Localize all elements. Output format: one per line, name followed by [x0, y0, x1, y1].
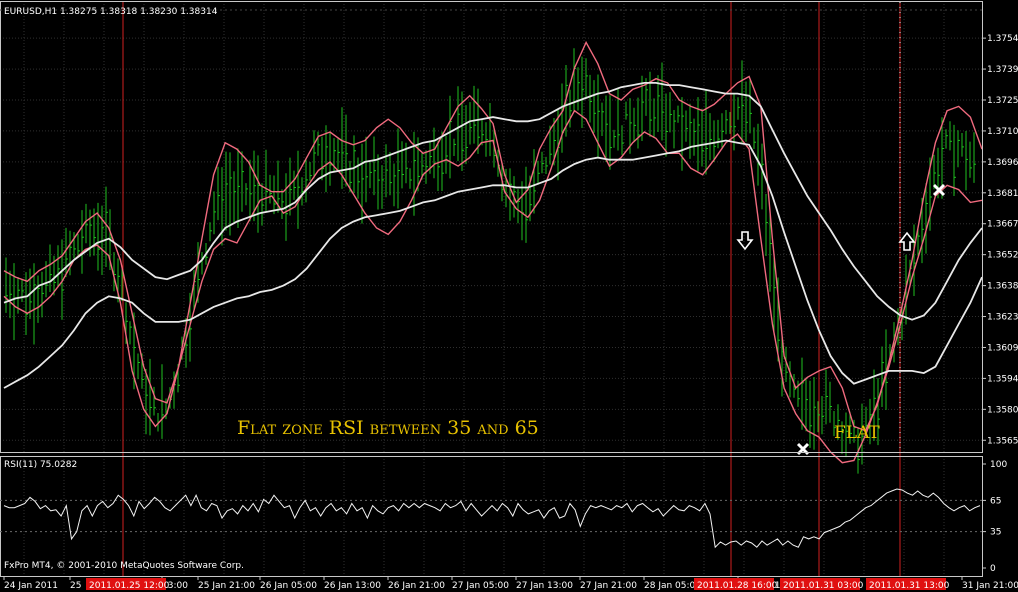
x-tick-label: 26 Jan 05:00	[260, 581, 317, 591]
highlight-date-label: 2011.01.31 03:00	[783, 581, 864, 591]
copyright-footer: FxPro MT4, © 2001-2010 MetaQuotes Softwa…	[4, 561, 244, 571]
rsi-level-label: 35	[990, 528, 1001, 538]
price-tick-label: 1.36525	[987, 251, 1018, 261]
x-tick-label: 25 Jan 21:00	[198, 581, 255, 591]
price-tick-label: 1.36380	[987, 282, 1018, 292]
flat-annotation: FLAT	[834, 423, 880, 443]
price-tick-label: 1.36235	[987, 313, 1018, 323]
x-tick-label: 28 Jan 05:00	[644, 581, 701, 591]
x-tick-label: 31 Jan 21:00	[962, 581, 1018, 591]
rsi-level-label: 65	[990, 496, 1001, 506]
price-tick-label: 1.35655	[987, 436, 1018, 446]
highlight-date-label: 2011.01.28 16:00	[697, 581, 778, 591]
price-tick-label: 1.36670	[987, 220, 1018, 230]
price-tick-label: 1.37395	[987, 65, 1018, 75]
x-tick-label: 26 Jan 21:00	[388, 581, 445, 591]
highlight-date-label: 2011.01.25 12:00	[89, 581, 170, 591]
price-tick-label: 1.37540	[987, 34, 1018, 44]
x-tick-label: 27 Jan 13:00	[516, 581, 573, 591]
flat-zone-annotation: Flat zone RSI between 35 and 65	[237, 417, 539, 439]
highlight-date-label: 2011.01.31 13:00	[869, 581, 950, 591]
price-tick-label: 1.37250	[987, 96, 1018, 106]
x-tick-label: 25	[70, 581, 81, 591]
price-tick-label: 1.36090	[987, 343, 1018, 353]
x-tick-label: 27 Jan 21:00	[580, 581, 637, 591]
rsi-label: RSI(11) 75.0282	[4, 460, 77, 470]
x-tick-label: 24 Jan 2011	[4, 581, 58, 591]
symbol-label: EURUSD,H1 1.38275 1.38318 1.38230 1.3831…	[4, 7, 218, 17]
price-tick-label: 1.35945	[987, 374, 1018, 384]
x-tick-label: 26 Jan 13:00	[324, 581, 381, 591]
price-tick-label: 1.36960	[987, 158, 1018, 168]
rsi-level-label: 0	[990, 564, 996, 574]
chart-background	[0, 0, 1018, 592]
price-tick-label: 1.35800	[987, 405, 1018, 415]
rsi-level-label: 100	[990, 460, 1007, 470]
price-tick-label: 1.36815	[987, 189, 1018, 199]
eurusd-h1-chart[interactable]: 100 65 35 0 1.37540 1.37395 1.37250 1.37105 1.3…	[0, 0, 1018, 592]
price-tick-label: 1.37105	[987, 127, 1018, 137]
x-tick-label: 27 Jan 05:00	[452, 581, 509, 591]
